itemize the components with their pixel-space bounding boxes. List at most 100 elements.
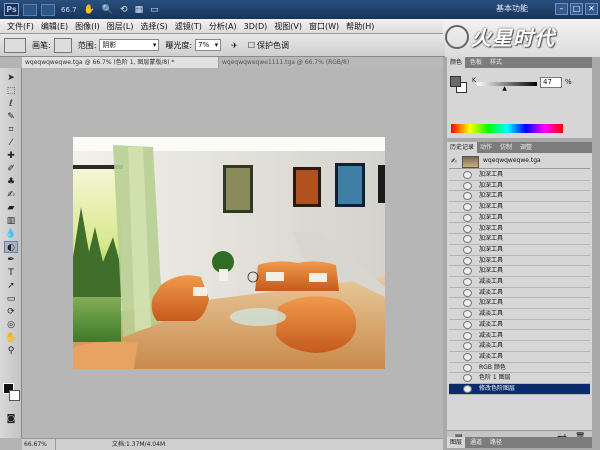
brand-logo-text: 火星时代 bbox=[471, 26, 555, 50]
menu-window[interactable]: 窗口(W) bbox=[309, 21, 339, 32]
burn-tool-icon bbox=[463, 171, 472, 179]
zoom-tool-icon[interactable]: ⚲ bbox=[4, 345, 18, 357]
menu-view[interactable]: 视图(V) bbox=[274, 21, 302, 32]
canvas-area[interactable] bbox=[22, 68, 443, 438]
document-tab-inactive[interactable]: wqeqwqweqwe1111.tga @ 66.7% (RGB/8) bbox=[219, 57, 443, 68]
history-state-row[interactable]: RGB 颜色 bbox=[449, 363, 590, 374]
rotate-view-icon[interactable]: ⟲ bbox=[120, 5, 128, 15]
history-state-row[interactable]: 加深工具 bbox=[449, 170, 590, 181]
maximize-button[interactable]: □ bbox=[570, 3, 583, 15]
close-button[interactable]: ✕ bbox=[585, 3, 598, 15]
foreground-background-swatches[interactable] bbox=[3, 383, 21, 403]
background-color-swatch[interactable] bbox=[9, 390, 20, 401]
move-tool-icon[interactable]: ➤ bbox=[4, 72, 18, 84]
exposure-input[interactable]: 7% bbox=[195, 39, 222, 51]
color-spectrum-bar[interactable] bbox=[451, 124, 563, 133]
menu-select[interactable]: 选择(S) bbox=[140, 21, 167, 32]
workspace-switcher[interactable]: 基本功能 bbox=[496, 3, 552, 16]
history-state-row[interactable]: 减淡工具 bbox=[449, 341, 590, 352]
history-snapshot[interactable]: ✍ wqeqwqweqwe.tga bbox=[449, 155, 590, 169]
tab-layers[interactable]: 图层 bbox=[447, 437, 466, 448]
hand-tool-icon[interactable]: ✋ bbox=[84, 5, 95, 15]
history-state-row[interactable]: 减淡工具 bbox=[449, 331, 590, 342]
history-state-row[interactable]: 加深工具 bbox=[449, 256, 590, 267]
lasso-tool-icon[interactable]: ℓ bbox=[4, 98, 18, 110]
history-state-row[interactable]: 加深工具 bbox=[449, 213, 590, 224]
menu-image[interactable]: 图像(I) bbox=[75, 21, 100, 32]
crop-tool-icon[interactable]: ⌗ bbox=[4, 124, 18, 136]
arrange-documents-icon[interactable]: ▦ bbox=[135, 5, 144, 15]
menu-edit[interactable]: 编辑(E) bbox=[41, 21, 68, 32]
eyedropper-tool-icon[interactable]: ⁄ bbox=[4, 137, 18, 149]
quick-selection-tool-icon[interactable]: ✎ bbox=[4, 111, 18, 123]
tool-preset-picker[interactable] bbox=[4, 37, 26, 53]
tab-paths[interactable]: 路径 bbox=[487, 437, 505, 448]
eraser-tool-icon[interactable]: ▰ bbox=[4, 202, 18, 214]
brush-picker[interactable] bbox=[53, 37, 72, 53]
menu-analysis[interactable]: 分析(A) bbox=[209, 21, 237, 32]
tab-clone-source[interactable]: 仿制 bbox=[497, 142, 515, 153]
tab-adjustments[interactable]: 调整 bbox=[517, 142, 535, 153]
hand-tool-icon[interactable]: ✋ bbox=[4, 332, 18, 344]
menu-help[interactable]: 帮助(H) bbox=[346, 21, 374, 32]
k-slider-thumb[interactable]: ▲ bbox=[502, 85, 507, 92]
menu-file[interactable]: 文件(F) bbox=[7, 21, 34, 32]
zoom-level-display[interactable]: 66.7 bbox=[61, 6, 77, 14]
history-state-row[interactable]: 减淡工具 bbox=[449, 309, 590, 320]
pen-tool-icon[interactable]: ✒ bbox=[4, 254, 18, 266]
3d-rotate-tool-icon[interactable]: ⟳ bbox=[4, 306, 18, 318]
minimize-button[interactable]: – bbox=[555, 3, 568, 15]
clone-stamp-tool-icon[interactable]: ♣ bbox=[4, 176, 18, 188]
history-state-row[interactable]: 加深工具 bbox=[449, 202, 590, 213]
menu-filter[interactable]: 滤镜(T) bbox=[175, 21, 202, 32]
history-state-row[interactable]: 加深工具 bbox=[449, 298, 590, 310]
quick-mask-icon[interactable]: ◙ bbox=[4, 413, 18, 425]
tab-actions[interactable]: 动作 bbox=[477, 142, 495, 153]
history-state-row[interactable]: 减淡工具 bbox=[449, 352, 590, 363]
mini-bridge-button[interactable] bbox=[41, 3, 55, 16]
gradient-tool-icon[interactable]: ▥ bbox=[4, 215, 18, 227]
marquee-tool-icon[interactable]: ⬚ bbox=[4, 85, 18, 97]
screen-mode-icon[interactable]: ▭ bbox=[150, 5, 159, 15]
range-select[interactable]: 阴影 bbox=[99, 39, 160, 51]
status-zoom[interactable]: 66.67% bbox=[22, 439, 56, 450]
k-slider[interactable]: ▲ bbox=[477, 82, 537, 92]
protect-tones-checkbox[interactable]: ☐ bbox=[248, 41, 255, 50]
history-state-row[interactable]: 加深工具 bbox=[449, 224, 590, 235]
color-panel-foreground-swatch[interactable] bbox=[450, 76, 461, 87]
tab-styles[interactable]: 样式 bbox=[487, 57, 505, 68]
history-state-row[interactable]: 加深工具 bbox=[449, 245, 590, 256]
history-state-row[interactable]: 减淡工具 bbox=[449, 277, 590, 288]
history-state-row[interactable]: 加深工具 bbox=[449, 191, 590, 203]
zoom-tool-icon[interactable]: 🔍 bbox=[102, 5, 113, 15]
history-state-row[interactable]: 加深工具 bbox=[449, 266, 590, 277]
shape-tool-icon[interactable]: ▭ bbox=[4, 293, 18, 305]
history-state-row[interactable]: 色阶 1 图层 bbox=[449, 373, 590, 384]
blur-tool-icon[interactable]: 💧 bbox=[4, 228, 18, 240]
history-brush-tool-icon[interactable]: ✍ bbox=[4, 189, 18, 201]
3d-orbit-tool-icon[interactable]: ◎ bbox=[4, 319, 18, 331]
menu-layer[interactable]: 图层(L) bbox=[107, 21, 134, 32]
path-selection-tool-icon[interactable]: ➚ bbox=[4, 280, 18, 292]
brush-tool-icon[interactable]: ✐ bbox=[4, 163, 18, 175]
menu-3d[interactable]: 3D(D) bbox=[244, 22, 268, 31]
k-value-input[interactable]: 47 bbox=[540, 77, 562, 88]
document-tab-active[interactable]: wqeqwqweqwe.tga @ 66.7% (色阶 1, 图层蒙版/8) * bbox=[22, 57, 218, 68]
tab-swatches[interactable]: 色板 bbox=[467, 57, 485, 68]
healing-brush-tool-icon[interactable]: ✚ bbox=[4, 150, 18, 162]
document-image[interactable] bbox=[73, 137, 385, 369]
tab-channels[interactable]: 通道 bbox=[467, 437, 485, 448]
history-state-row[interactable]: 加深工具 bbox=[449, 181, 590, 192]
airbrush-icon[interactable]: ✈ bbox=[231, 41, 238, 50]
tab-color[interactable]: 颜色 bbox=[447, 57, 466, 68]
history-brush-source-icon[interactable]: ✍ bbox=[451, 157, 457, 165]
bridge-button[interactable] bbox=[23, 3, 37, 16]
foreground-chair bbox=[73, 341, 138, 369]
tab-history[interactable]: 历史记录 bbox=[447, 142, 478, 153]
burn-tool-icon[interactable]: ◐ bbox=[4, 241, 18, 253]
history-state-row[interactable]: 加深工具 bbox=[449, 234, 590, 245]
history-state-row[interactable]: 减淡工具 bbox=[449, 320, 590, 331]
type-tool-icon[interactable]: T bbox=[4, 267, 18, 279]
history-state-row[interactable]: 修改色阶图层 bbox=[449, 384, 590, 395]
history-state-row[interactable]: 减淡工具 bbox=[449, 288, 590, 299]
